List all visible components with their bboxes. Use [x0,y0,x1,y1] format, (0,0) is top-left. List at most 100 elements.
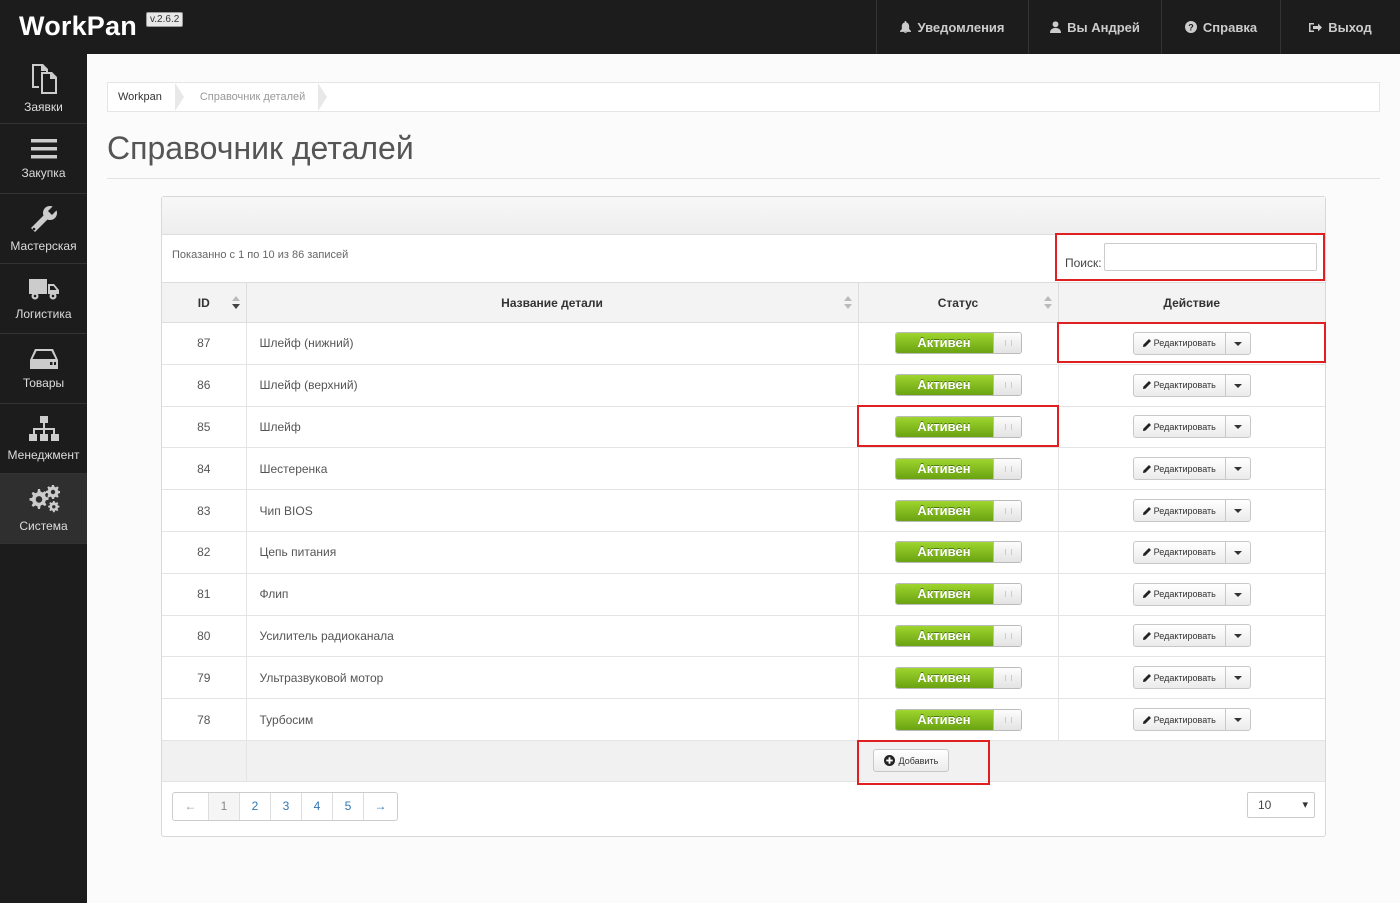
status-toggle[interactable]: Активен [894,624,1022,647]
toggle-handle[interactable] [992,667,1021,688]
status-toggle[interactable]: Активен [894,374,1022,397]
status-toggle-label: Активен [895,709,993,730]
sidebar-item-label: Товары [22,375,65,390]
action-dropdown-toggle[interactable] [1226,375,1250,396]
sidebar-item-system[interactable]: Система [0,474,87,544]
toggle-handle[interactable] [992,375,1021,396]
pagination: ← 1 2 3 4 5 → [172,792,398,821]
pencil-icon [1142,715,1151,724]
pagination-page-4[interactable]: 4 [302,793,333,820]
title-divider [107,178,1380,179]
toggle-handle[interactable] [992,500,1021,521]
edit-button[interactable]: Редактировать [1134,374,1226,396]
notifications-link[interactable]: Уведомления [876,0,1028,54]
edit-button[interactable]: Редактировать [1134,667,1226,689]
row-name: Усилитель радиоканала [246,615,859,658]
status-toggle-label: Активен [895,416,993,437]
status-toggle[interactable]: Активен [894,415,1022,438]
status-toggle[interactable]: Активен [894,583,1022,606]
action-dropdown-toggle[interactable] [1226,625,1250,646]
table-row: 80 Усилитель радиоканала Активен Редактиров… [162,615,1325,658]
pencil-icon [1142,631,1151,640]
user-label: Вы Андрей [1067,19,1140,35]
add-button[interactable]: Добавить [872,749,950,773]
action-dropdown-toggle[interactable] [1226,333,1250,354]
user-link[interactable]: Вы Андрей [1028,0,1161,54]
status-toggle-label: Активен [895,500,993,521]
breadcrumb-home[interactable]: Workpan [108,83,184,111]
sidebar-item-workshop[interactable]: Мастерская [0,194,87,264]
edit-button-label: Редактировать [1153,505,1216,516]
pagination-page-5[interactable]: 5 [333,793,364,820]
row-status: Активен [858,406,1059,449]
pagination-page-3[interactable]: 3 [271,793,302,820]
row-id: 85 [162,406,247,449]
status-toggle[interactable]: Активен [894,457,1022,480]
action-dropdown-toggle[interactable] [1226,667,1250,688]
pagination-next[interactable]: → [364,793,397,820]
row-action: Редактировать [1058,656,1325,700]
status-toggle[interactable]: Активен [894,666,1022,689]
pagination-prev[interactable]: ← [173,793,209,820]
pagination-page-1[interactable]: 1 [209,793,240,820]
edit-button[interactable]: Редактировать [1134,332,1226,354]
status-toggle[interactable]: Активен [894,499,1022,522]
edit-button[interactable]: Редактировать [1134,458,1226,480]
truck-icon [28,278,59,299]
sidebar-item-goods[interactable]: Товары [0,334,87,404]
row-name: Шлейф (верхний) [246,364,859,407]
edit-button-label: Редактировать [1153,589,1216,600]
logout-link[interactable]: Выход [1280,0,1400,54]
breadcrumb: Workpan Справочник деталей [107,82,1380,112]
per-page-select[interactable]: 10 [1247,792,1315,818]
pencil-icon [1142,339,1151,348]
app-logo[interactable]: WorkPan [19,11,137,42]
action-dropdown-toggle[interactable] [1226,416,1250,437]
toggle-handle[interactable] [992,625,1021,646]
row-action: Редактировать [1058,615,1325,658]
toggle-handle[interactable] [992,584,1021,605]
bell-icon [900,21,912,33]
help-link[interactable]: ? Справка [1161,0,1280,54]
edit-button[interactable]: Редактировать [1134,541,1226,563]
sidebar-item-logistics[interactable]: Логистика [0,264,87,334]
pagination-page-2[interactable]: 2 [240,793,271,820]
sidebar-item-label: Менеджмент [7,447,80,462]
row-status: Активен [858,615,1059,658]
edit-button-label: Редактировать [1153,338,1216,349]
sidebar-item-label: Закупка [21,165,66,180]
status-toggle-label: Активен [895,542,993,563]
column-header-label: ID [197,295,210,310]
column-header-name[interactable]: Название детали [246,282,859,323]
gears-icon [29,484,60,512]
toggle-handle[interactable] [992,416,1021,437]
table-row: 85 Шлейф Активен Редактировать [162,406,1325,449]
action-button-group: Редактировать [1132,666,1251,690]
column-header-id[interactable]: ID [162,282,247,323]
action-button-group: Редактировать [1132,415,1251,439]
edit-button[interactable]: Редактировать [1134,583,1226,605]
edit-button[interactable]: Редактировать [1134,709,1226,731]
sidebar-item-purchase[interactable]: Закупка [0,124,87,194]
sidebar-item-management[interactable]: Менеджмент [0,404,87,474]
status-toggle[interactable]: Активен [894,332,1022,355]
edit-button[interactable]: Редактировать [1134,416,1226,438]
column-header-status[interactable]: Статус [858,282,1059,323]
edit-button[interactable]: Редактировать [1134,500,1226,522]
toggle-handle[interactable] [992,709,1021,730]
action-dropdown-toggle[interactable] [1226,500,1250,521]
edit-button[interactable]: Редактировать [1134,625,1226,647]
action-dropdown-toggle[interactable] [1226,542,1250,563]
top-bar: WorkPan v.2.6.2 Уведомления Вы Андрей ? … [0,0,1400,54]
action-dropdown-toggle[interactable] [1226,584,1250,605]
toggle-handle[interactable] [992,458,1021,479]
search-input[interactable] [1104,243,1317,271]
toggle-handle[interactable] [992,333,1021,354]
action-dropdown-toggle[interactable] [1226,709,1250,730]
sidebar-item-requests[interactable]: Заявки [0,54,87,124]
toggle-handle[interactable] [992,542,1021,563]
action-dropdown-toggle[interactable] [1226,458,1250,479]
status-toggle[interactable]: Активен [894,541,1022,564]
parts-table-panel: Показанно с 1 по 10 из 86 записей Поиск:… [161,196,1326,837]
status-toggle[interactable]: Активен [894,708,1022,731]
